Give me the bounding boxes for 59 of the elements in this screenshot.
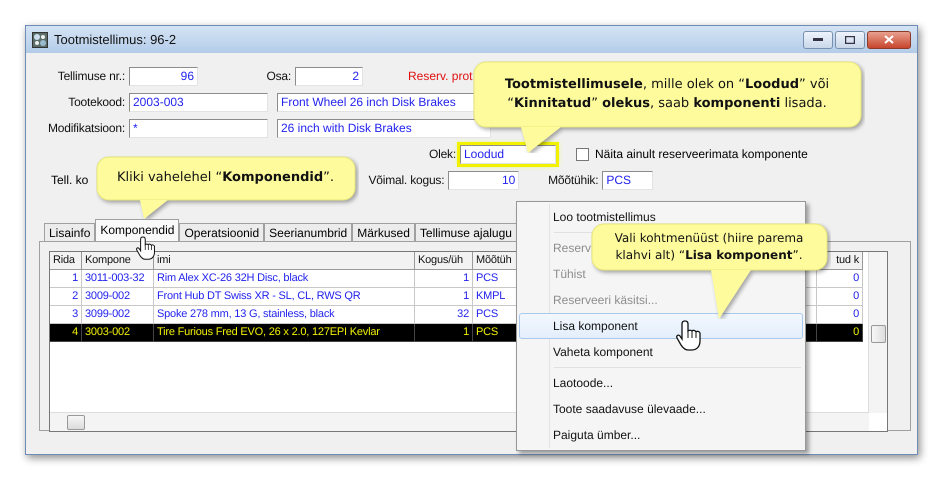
- input-field[interactable]: 2: [295, 66, 363, 86]
- field-label: Olek:: [428, 147, 457, 161]
- field-label: Osa:: [265, 69, 292, 83]
- column-header[interactable]: Mõõtüh: [473, 252, 519, 270]
- field-label: Modifikatsioon:: [46, 121, 126, 135]
- input-field[interactable]: 10: [448, 170, 520, 190]
- input-field[interactable]: PCS: [602, 170, 654, 190]
- maximize-icon: [845, 36, 855, 44]
- input-field[interactable]: 26 inch with Disk Brakes: [277, 118, 491, 138]
- menu-item[interactable]: Vaheta komponent: [519, 339, 803, 365]
- table-cell: 0: [817, 288, 863, 306]
- table-cell: Tire Furious Fred EVO, 26 x 2.0, 127EPI Kevlar: [154, 324, 415, 342]
- field-label: Tootekood:: [67, 95, 126, 109]
- menu-item[interactable]: Toote saadavuse ülevaade...: [519, 396, 803, 422]
- menu-item[interactable]: Paiguta ümber...: [519, 422, 803, 448]
- checkbox[interactable]: [576, 148, 589, 160]
- table-cell: 3009-002: [82, 288, 154, 306]
- table-cell: 1: [415, 270, 473, 288]
- field-label: Võimal. kogus:: [368, 173, 446, 187]
- tab[interactable]: Tellimuse ajalugu: [414, 223, 517, 241]
- table-cell: 3003-002: [82, 324, 154, 342]
- table-cell: 3011-003-32: [82, 270, 154, 288]
- table-cell: 4: [50, 324, 82, 342]
- close-icon: [884, 35, 894, 44]
- table-cell: Rim Alex XC-26 32H Disc, black: [154, 270, 415, 288]
- maximize-button[interactable]: [835, 30, 865, 48]
- table-cell: 0: [817, 270, 863, 288]
- hand-cursor-icon: [676, 320, 702, 352]
- column-header[interactable]: Rida: [50, 252, 82, 270]
- menu-item[interactable]: Laotoode...: [519, 370, 803, 396]
- minimize-button[interactable]: [803, 30, 833, 48]
- input-field[interactable]: *: [129, 118, 268, 138]
- table-cell: 1: [415, 288, 473, 306]
- field-label: Mõõtühik:: [547, 173, 600, 187]
- checkbox-label: Näita ainult reserveerimata komponente: [595, 147, 808, 161]
- minimize-icon: [813, 38, 823, 42]
- window-title: Tootmistellimus: 96-2: [54, 32, 176, 47]
- menu-item[interactable]: Lisa komponent: [519, 313, 803, 339]
- vertical-scrollbar[interactable]: [868, 252, 887, 413]
- table-cell: PCS: [473, 324, 519, 342]
- table-cell: Front Hub DT Swiss XR - SL, CL, RWS QR: [154, 288, 415, 306]
- column-header[interactable]: imi: [154, 252, 415, 270]
- column-header[interactable]: Kogus/üh: [415, 252, 473, 270]
- field-label: Tell. ko: [51, 173, 88, 187]
- field-label: Tellimuse nr.:: [56, 69, 126, 83]
- tab[interactable]: Operatsioonid: [179, 223, 264, 241]
- input-field[interactable]: 2003-003: [129, 92, 268, 112]
- table-cell: 1: [415, 324, 473, 342]
- close-button[interactable]: [867, 30, 911, 48]
- input-field[interactable]: 96: [129, 66, 198, 86]
- table-cell: 1: [50, 270, 82, 288]
- tab[interactable]: Märkused: [352, 223, 415, 241]
- gears-icon: [32, 32, 48, 48]
- table-cell: 2: [50, 288, 82, 306]
- reservation-note: Reserv. prot: [408, 69, 472, 83]
- table-cell: 0: [817, 324, 863, 342]
- tab[interactable]: Komponendid: [95, 219, 180, 241]
- tab[interactable]: Lisainfo: [44, 223, 96, 241]
- tab[interactable]: Seerianumbrid: [264, 223, 352, 241]
